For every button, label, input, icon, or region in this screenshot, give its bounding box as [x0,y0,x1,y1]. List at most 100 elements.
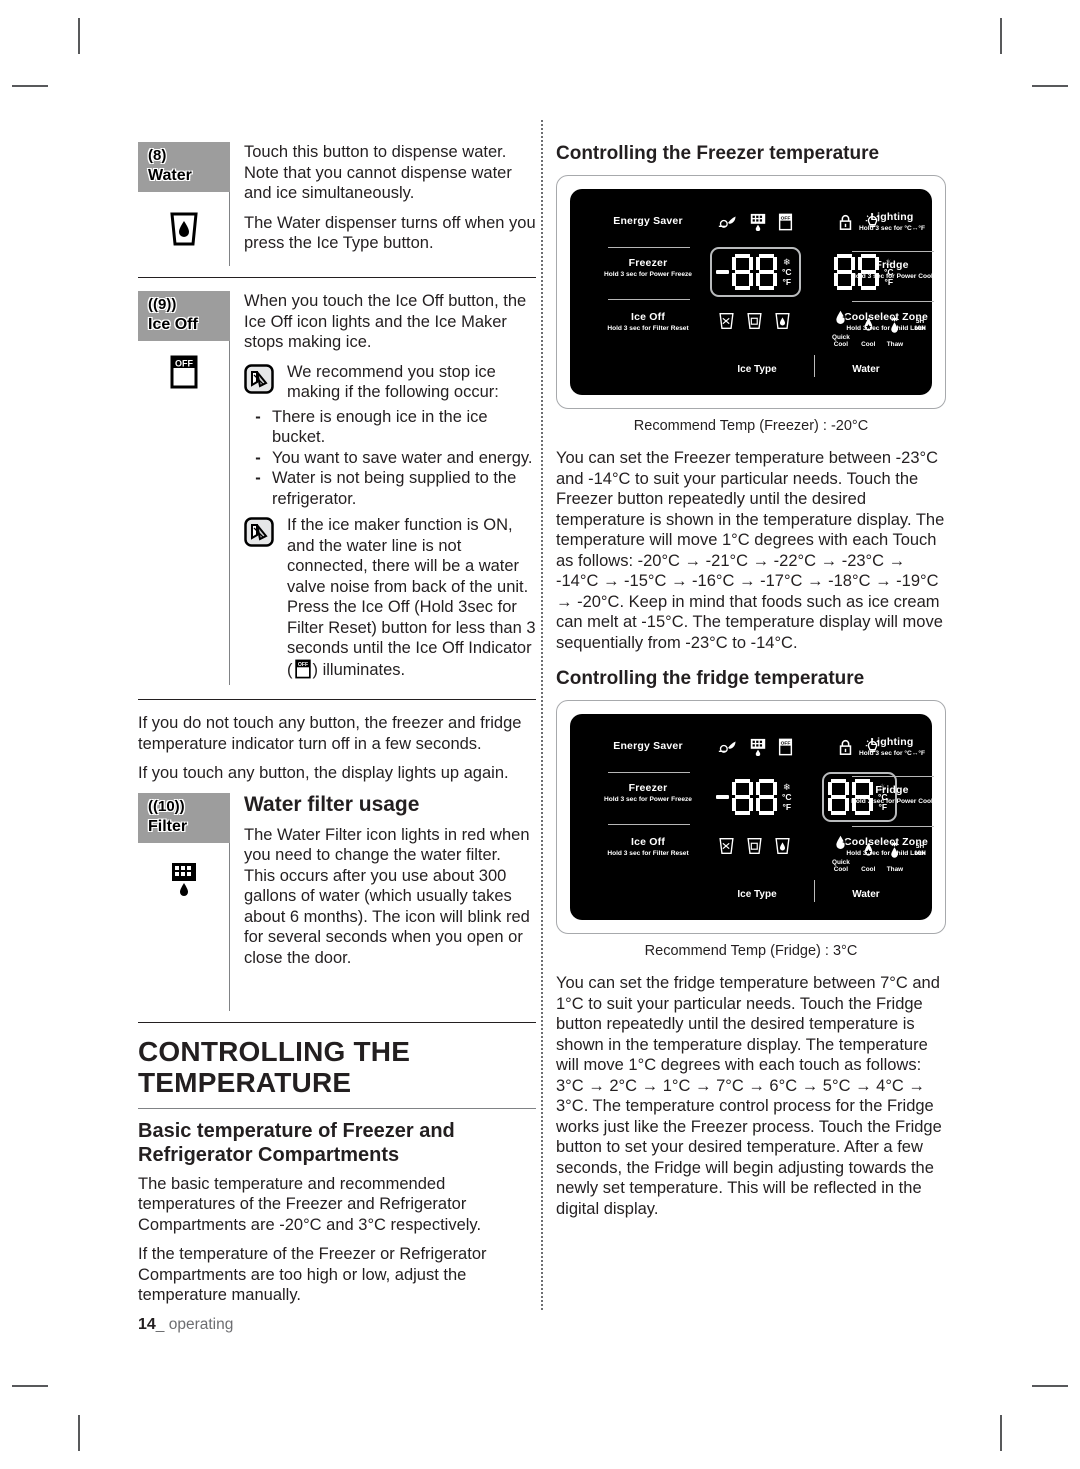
svg-text:OFF: OFF [781,741,791,747]
svg-text:OFF: OFF [175,359,193,369]
list-item: - Water is not being supplied to the ref… [244,468,536,509]
ice-off-number: ((9)) [148,296,177,313]
snowflake-icon: ❄ [783,782,791,792]
freezer-digits: ❄ °C °F [716,779,792,815]
unit-fahrenheit: °F [782,277,792,287]
ice-off-indicator-icon: OFF [778,213,793,236]
panel-label-energy-saver: Energy Saver [613,215,683,227]
thaw-10h-label: 10H [914,850,926,858]
note-icon [244,515,278,684]
footer-separator: _ [155,1316,165,1333]
divider-after-water [138,277,536,278]
water-paragraph-2: The Water dispenser turns off when you p… [244,213,536,253]
water-cup-icon [138,192,230,266]
panel-sublabel-ice-off: Hold 3 sec for Filter Reset [607,850,689,857]
filter-tile: ((10)) Filter [138,792,230,1011]
water-filter-body: The Water Filter icon lights in red when… [244,825,530,967]
panel-sublabel-lighting: Hold 3 sec for °C↔°F [858,750,926,757]
crop-mark-top-right [1000,18,1002,54]
digit [756,254,777,290]
freezer-units: ❄ °C °F [782,257,792,287]
digit [732,254,753,290]
right-column: Controlling the Freezer temperature Ener… [556,142,946,1228]
quick-cool-icon: Quick Cool [832,834,850,874]
panel-separator-right-1 [852,776,934,777]
svg-text:OFF: OFF [781,216,791,222]
ice-off-label: Ice Off [148,316,198,333]
freezer-display-plain: ❄ °C °F [710,772,801,822]
list-item: - You want to save water and energy. [244,448,536,469]
panel-bottom-divider [814,355,815,377]
note-stop-ice: We recommend you stop ice making if the … [244,362,536,403]
quick-cool-icon: Quick Cool [832,309,850,349]
water-filter-usage-heading: Water filter usage [244,792,420,816]
ice-off-inline-icon: OFF [294,659,311,685]
divider-after-ice-off [138,699,536,700]
filter-grid-icon [749,738,767,761]
divider-under-title [138,1107,536,1109]
panel-label-fridge: Fridge Hold 3 sec for Power Cool [828,259,956,281]
dash-marker: - [255,407,261,426]
freezer-body-text: You can set the Freezer temperature betw… [556,449,945,652]
unit-fahrenheit: °F [782,802,792,812]
minus-sign-icon [716,270,729,274]
digit [756,779,777,815]
energy-saver-icon [718,215,738,236]
water-tile-header: (8) Water [138,142,230,192]
water-number: (8) [148,147,167,164]
ice-type-icon-row [718,836,802,861]
thaw-label: Thaw [886,866,904,874]
cool-icon: Cool [861,316,876,348]
filter-number: ((10)) [148,797,185,815]
spec-row-water: (8) Water Touch this button to dispense … [138,142,536,266]
dash-marker: - [255,448,261,467]
coolselect-function-row: Quick Cool Cool Thaw 5H 10H [832,834,937,874]
unit-celsius: °C [782,792,792,802]
filter-grid-icon [749,213,767,236]
water-description: Touch this button to dispense water. Not… [230,142,536,266]
panel-separator-left-1 [608,772,690,773]
coolselect-function-row: Quick Cool Cool Thaw 5H 10H [832,309,937,349]
water-label: Water [148,167,192,184]
ice-off-tile: ((9)) Ice Off OFF [138,291,230,688]
crop-mark-top-left-h [12,85,48,87]
bullet-3: Water is not being supplied to the refri… [272,469,517,508]
thaw-icon: Thaw [887,316,903,348]
note-stop-ice-text: We recommend you stop ice making if the … [287,362,499,402]
panel-separator-right-2 [852,826,934,827]
panel-sublabel-freezer: Hold 3 sec for Power Freeze [604,796,692,803]
note-ice-maker-text: If the ice maker function is ON, and the… [287,515,536,684]
panel-label-freezer: Freezer Hold 3 sec for Power Freeze [592,257,704,279]
panel-separator-left-2 [608,824,690,825]
crop-mark-bottom-right-h [1032,1385,1068,1387]
filter-description: Water filter usage The Water Filter icon… [230,793,536,1011]
panel-sublabel-freezer: Hold 3 sec for Power Freeze [604,271,692,278]
cool-label: Cool [861,341,876,349]
panel-label-water: Water [852,364,880,375]
water-dispense-icon [774,836,791,861]
thaw-hours: 5H 10H [914,843,926,858]
freezer-units: ❄ °C °F [782,782,792,812]
panel-bottom-divider [814,880,815,902]
quick-cool-label: Quick Cool [832,334,850,349]
filter-tile-header: ((10)) Filter [138,792,230,843]
dash-marker: - [255,469,261,487]
panel-separator-right-2 [852,301,934,302]
freezer-control-panel-figure: Energy Saver Freezer Hold 3 sec for Powe… [556,175,946,409]
timeout-paragraph-1: If you do not touch any button, the free… [138,714,522,753]
filter-label: Filter [148,817,188,835]
fridge-control-panel-figure: Energy Saver Freezer Hold 3 sec for Powe… [556,700,946,934]
thaw-hours: 5H 10H [914,318,926,333]
ice-off-bullets: - There is enough ice in the ice bucket.… [244,407,536,510]
freezer-display-highlight: ❄ °C °F [710,247,801,297]
quick-cool-label: Quick Cool [832,859,850,874]
left-column: (8) Water Touch this button to dispense … [138,142,536,1315]
basic-temperature-paragraph-2: If the temperature of the Freezer or Ref… [138,1245,487,1304]
thaw-label: Thaw [886,341,904,349]
basic-temperature-heading: Basic temperature of Freezer and Refrige… [138,1119,455,1166]
freezer-digits: ❄ °C °F [716,254,792,290]
list-item: - There is enough ice in the ice bucket. [244,407,536,448]
water-tile: (8) Water [138,142,230,266]
panel-label-ice-off: Ice Off Hold 3 sec for Filter Reset [584,311,712,333]
crop-mark-top-left [78,18,80,54]
